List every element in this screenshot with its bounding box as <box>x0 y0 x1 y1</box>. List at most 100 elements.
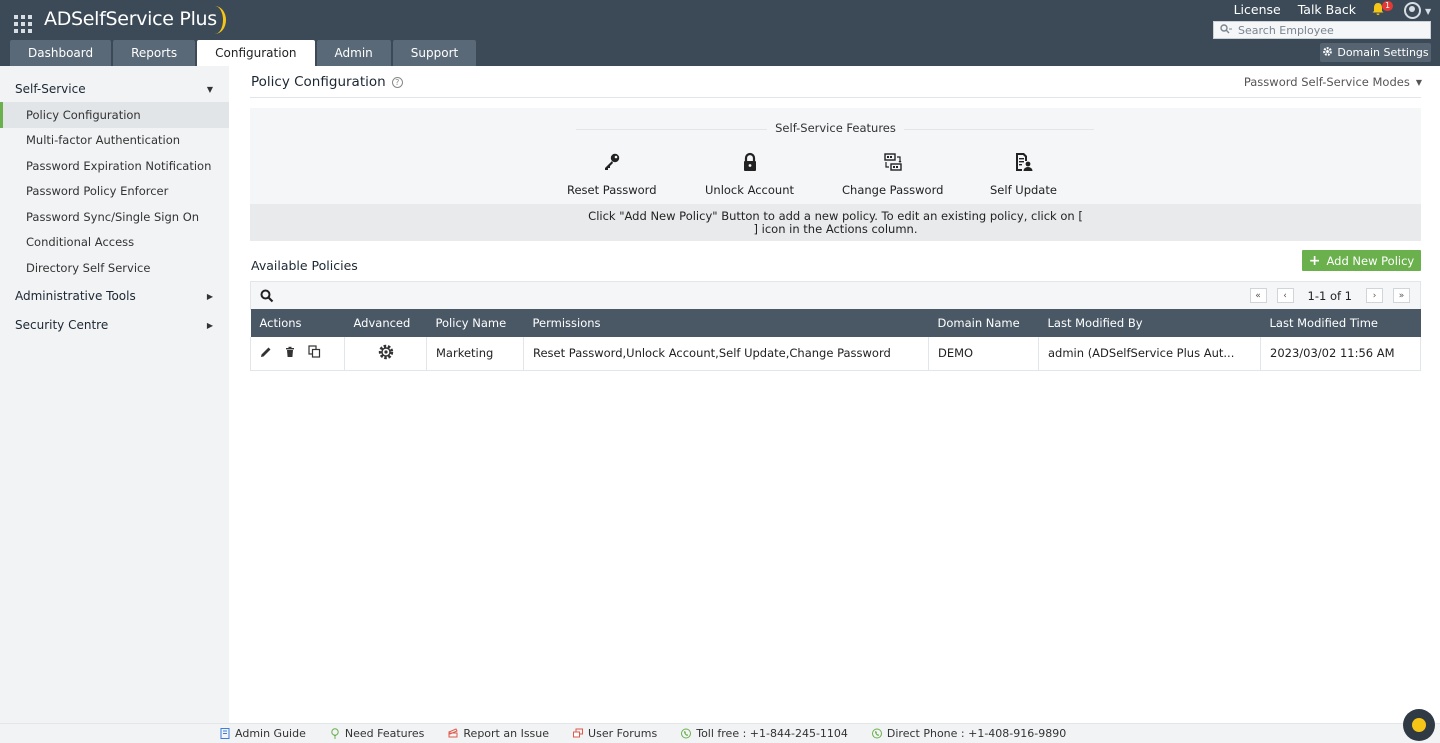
app-logo[interactable]: ADSelfService Plus <box>44 6 226 34</box>
search-employee-input[interactable] <box>1238 23 1418 37</box>
caret-down-icon: ▼ <box>206 85 213 94</box>
column-header-policy-name[interactable]: Policy Name <box>426 309 524 337</box>
pagination: « ‹ 1-1 of 1 › » <box>1249 288 1410 303</box>
help-icon[interactable]: ? <box>391 76 403 88</box>
sidebar-group-label: Self-Service <box>15 82 86 96</box>
column-header-last-modified-time[interactable]: Last Modified Time <box>1260 309 1421 337</box>
copy-icon[interactable] <box>308 345 321 361</box>
edit-icon[interactable] <box>260 346 272 361</box>
gear-icon <box>1322 46 1333 60</box>
add-new-policy-label: Add New Policy <box>1326 253 1415 268</box>
logo-swoosh-icon <box>204 6 226 34</box>
sidebar-item-mfa[interactable]: Multi-factor Authentication <box>0 128 229 154</box>
talk-back-link[interactable]: Talk Back <box>1298 2 1356 17</box>
info-line: ] icon in the Actions column. <box>753 222 918 236</box>
last-page-icon[interactable]: » <box>1393 288 1410 303</box>
plus-icon: + <box>1308 252 1321 269</box>
footer-need-features[interactable]: Need Features <box>330 727 425 740</box>
footer-link-label: Toll free : +1-844-245-1104 <box>696 727 848 740</box>
caret-right-icon: ▶ <box>206 320 213 330</box>
pager-text: 1-1 of 1 <box>1307 288 1353 303</box>
sidebar-item-policy-configuration[interactable]: Policy Configuration <box>0 102 229 128</box>
next-page-icon[interactable]: › <box>1366 288 1383 303</box>
ticket-icon <box>448 728 459 738</box>
info-message: Click "Add New Policy" Button to add a n… <box>250 204 1421 241</box>
sidebar-item-password-expiration[interactable]: Password Expiration Notification <box>0 153 229 179</box>
footer-link-label: Need Features <box>344 727 425 740</box>
table-search-icon[interactable] <box>260 289 274 306</box>
tab-reports[interactable]: Reports <box>113 40 196 66</box>
column-header-permissions[interactable]: Permissions <box>523 309 929 337</box>
footer-links: Admin Guide Need Features Report an Issu… <box>220 727 1066 740</box>
sidebar-item-conditional-access[interactable]: Conditional Access <box>0 230 229 256</box>
modes-label: Password Self-Service Modes <box>1243 75 1410 89</box>
employee-search <box>1213 21 1431 39</box>
caret-right-icon: ▶ <box>206 291 213 301</box>
prev-page-icon[interactable]: ‹ <box>1276 288 1294 303</box>
search-icon <box>1214 23 1238 37</box>
feature-reset-password: Reset Password <box>567 152 657 197</box>
modified-by-cell: admin (ADSelfService Plus Aut... <box>1038 337 1261 371</box>
change-password-icon <box>883 152 903 175</box>
column-header-advanced: Advanced <box>344 309 427 337</box>
footer-direct-phone[interactable]: Direct Phone : +1-408-916-9890 <box>871 727 1067 740</box>
chevron-down-icon[interactable]: ▼ <box>1425 7 1431 16</box>
sidebar-item-policy-enforcer[interactable]: Password Policy Enforcer <box>0 179 229 205</box>
notification-badge: 1 <box>1382 1 1394 11</box>
column-header-last-modified-by[interactable]: Last Modified By <box>1038 309 1261 337</box>
lightbulb-icon <box>331 728 339 739</box>
tab-support[interactable]: Support <box>392 40 477 66</box>
table-toolbar: « ‹ 1-1 of 1 › » <box>250 281 1421 310</box>
domain-cell: DEMO <box>928 337 1039 371</box>
column-header-domain-name[interactable]: Domain Name <box>928 309 1039 337</box>
main-content: Policy Configuration ? Password Self-Ser… <box>229 66 1440 723</box>
tab-dashboard[interactable]: Dashboard <box>10 40 112 66</box>
footer-user-forums[interactable]: User Forums <box>573 727 657 740</box>
footer-report-issue[interactable]: Report an Issue <box>448 727 549 740</box>
domain-settings-label: Domain Settings <box>1337 46 1429 59</box>
domain-settings-button[interactable]: Domain Settings <box>1320 43 1431 62</box>
page-title: Policy Configuration ? <box>251 74 403 90</box>
policy-name-cell: Marketing <box>426 337 524 371</box>
policies-table: Actions Advanced Policy Name Permissions… <box>250 309 1421 371</box>
first-page-icon[interactable]: « <box>1249 288 1267 303</box>
app-header: ADSelfService Plus License Talk Back 1 ▼… <box>0 0 1440 66</box>
chat-support-icon[interactable] <box>1403 709 1435 741</box>
footer-link-label: User Forums <box>588 727 658 740</box>
chevron-down-icon: ▼ <box>1415 77 1422 87</box>
advanced-settings-gear-icon[interactable] <box>377 344 395 364</box>
feature-label: Unlock Account <box>705 183 795 197</box>
permissions-cell: Reset Password,Unlock Account,Self Updat… <box>523 337 929 371</box>
sidebar-group-self-service[interactable]: Self-Service ▼ <box>0 76 229 102</box>
main-tabs: Dashboard Reports Configuration Admin Su… <box>10 40 477 66</box>
app-title: ADSelfService Plus <box>44 8 217 30</box>
self-update-icon <box>1013 152 1033 175</box>
sidebar-group-administrative-tools[interactable]: Administrative Tools ▶ <box>0 283 229 309</box>
footer-link-label: Report an Issue <box>463 727 550 740</box>
forum-icon <box>573 728 584 738</box>
footer-admin-guide[interactable]: Admin Guide <box>220 727 306 740</box>
feature-label: Reset Password <box>567 183 657 197</box>
delete-icon[interactable] <box>284 346 296 361</box>
sidebar-item-password-sync[interactable]: Password Sync/Single Sign On <box>0 204 229 230</box>
sidebar: Self-Service ▼ Policy Configuration Mult… <box>0 66 229 723</box>
tab-configuration[interactable]: Configuration <box>197 40 315 66</box>
tab-admin[interactable]: Admin <box>316 40 391 66</box>
license-link[interactable]: License <box>1234 2 1281 17</box>
footer-toll-free[interactable]: Toll free : +1-844-245-1104 <box>681 727 848 740</box>
self-service-modes-dropdown[interactable]: Password Self-Service Modes ▼ <box>1244 75 1422 89</box>
add-new-policy-button[interactable]: + Add New Policy <box>1302 250 1421 271</box>
user-avatar-icon[interactable] <box>1404 2 1421 19</box>
feature-label: Self Update <box>990 183 1057 197</box>
available-policies-title: Available Policies <box>251 258 358 273</box>
sidebar-group-security-centre[interactable]: Security Centre ▶ <box>0 312 229 338</box>
sidebar-item-directory-self-service[interactable]: Directory Self Service <box>0 255 229 281</box>
self-service-features-panel: Self-Service Features Reset Password Unl… <box>250 108 1421 204</box>
feature-label: Change Password <box>842 183 944 197</box>
phone-icon <box>871 728 882 739</box>
actions-cell <box>250 337 345 371</box>
app-grid-icon[interactable] <box>14 15 32 33</box>
book-icon <box>220 728 230 739</box>
footer-link-label: Direct Phone : +1-408-916-9890 <box>886 727 1067 740</box>
feature-self-update: Self Update <box>990 152 1057 197</box>
